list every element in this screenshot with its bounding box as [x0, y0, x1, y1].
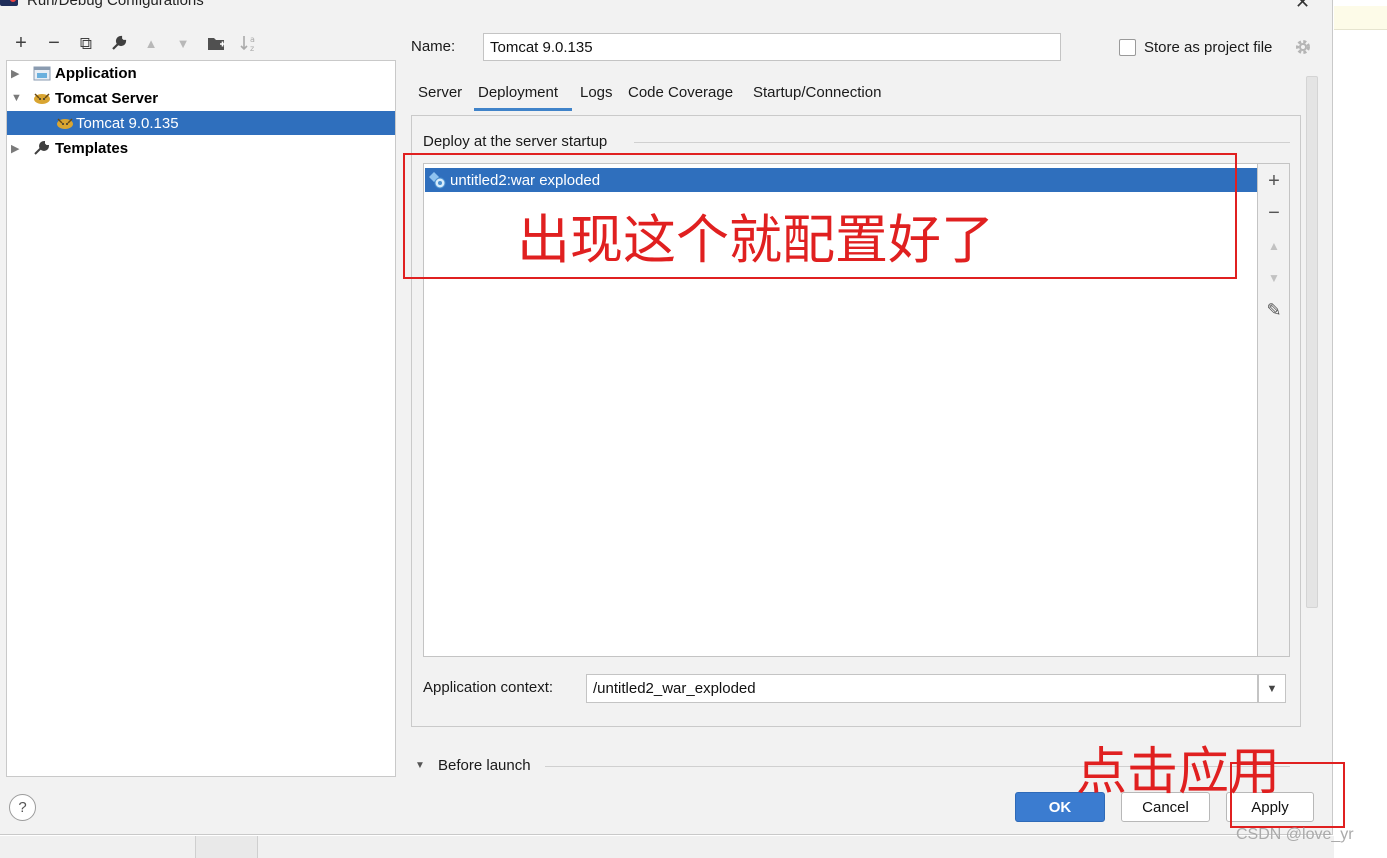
wrench-icon[interactable] — [108, 32, 130, 54]
tree-item-label: Tomcat Server — [55, 89, 159, 107]
move-artifact-up-button[interactable]: ▲ — [1263, 235, 1285, 257]
tomcat-icon — [56, 115, 74, 131]
add-artifact-button[interactable]: + — [1263, 170, 1285, 192]
gear-icon[interactable] — [1294, 38, 1312, 56]
before-launch-toggle-icon[interactable]: ▼ — [415, 760, 425, 771]
tree-item-label: Templates — [55, 139, 129, 157]
tab-logs[interactable]: Logs — [580, 84, 613, 101]
name-field[interactable]: Tomcat 9.0.135 — [483, 33, 1061, 61]
edit-artifact-button[interactable]: ✎ — [1263, 299, 1285, 321]
watermark: CSDN @love_yr — [1236, 826, 1354, 843]
svg-text:z: z — [250, 44, 254, 52]
configuration-tree: ▶ Application ▼ Tomcat Server Tomcat 9.0… — [6, 60, 396, 777]
svg-text:a: a — [250, 35, 255, 44]
add-configuration-button[interactable]: + — [10, 32, 32, 54]
collapse-arrow-icon[interactable]: ▼ — [11, 92, 22, 104]
section-divider — [634, 142, 1290, 143]
application-context-field[interactable]: /untitled2_war_exploded — [586, 674, 1258, 703]
tree-item-templates[interactable]: ▶ Templates — [7, 136, 395, 160]
tree-item-tomcat-server[interactable]: ▼ Tomcat Server — [7, 86, 395, 110]
tree-item-application[interactable]: ▶ Application — [7, 61, 395, 85]
copy-configuration-button[interactable]: ⧉ — [75, 32, 97, 54]
remove-configuration-button[interactable]: − — [43, 32, 65, 54]
application-context-label: Application context: — [423, 679, 554, 696]
vertical-scrollbar[interactable] — [1306, 76, 1318, 608]
before-launch-label[interactable]: Before launch — [438, 757, 531, 774]
tree-item-label: Tomcat 9.0.135 — [76, 114, 179, 132]
expand-arrow-icon[interactable]: ▶ — [11, 142, 19, 155]
tab-startup-connection[interactable]: Startup/Connection — [753, 84, 881, 101]
remove-artifact-button[interactable]: − — [1263, 202, 1285, 224]
background-editor-strip — [1334, 6, 1387, 30]
background-tab — [195, 836, 258, 858]
tab-deployment[interactable]: Deployment — [478, 84, 558, 101]
tree-item-tomcat-9-config[interactable]: Tomcat 9.0.135 — [7, 111, 395, 135]
application-icon — [33, 65, 51, 81]
app-icon — [0, 0, 18, 6]
window-title: Run/Debug Configurations — [27, 0, 204, 9]
background-window — [1334, 0, 1387, 858]
annotation-click-apply-text: 点击应用 — [1076, 743, 1281, 800]
help-button[interactable]: ? — [9, 794, 36, 821]
move-artifact-down-button[interactable]: ▼ — [1263, 267, 1285, 289]
deploy-section-title: Deploy at the server startup — [423, 133, 608, 150]
move-up-button[interactable]: ▲ — [140, 32, 162, 54]
expand-arrow-icon[interactable]: ▶ — [11, 67, 19, 80]
store-as-project-file-label[interactable]: Store as project file — [1144, 39, 1272, 56]
wrench-icon — [33, 140, 51, 156]
move-down-button[interactable]: ▼ — [172, 32, 194, 54]
store-as-project-file-checkbox[interactable] — [1119, 39, 1136, 56]
run-debug-dialog: Run/Debug Configurations ✕ + − ⧉ ▲ ▼ az … — [0, 0, 1333, 835]
tab-server[interactable]: Server — [418, 84, 462, 101]
name-label: Name: — [411, 38, 456, 55]
chevron-down-icon[interactable]: ▼ — [1258, 674, 1286, 703]
tab-code-coverage[interactable]: Code Coverage — [628, 84, 733, 101]
active-tab-indicator — [474, 108, 572, 111]
annotation-configured-text: 出现这个就配置好了 — [517, 211, 994, 270]
tree-item-label: Application — [55, 64, 137, 82]
tomcat-icon — [33, 90, 51, 106]
close-icon[interactable]: ✕ — [1295, 0, 1310, 13]
new-folder-icon[interactable] — [205, 32, 227, 54]
sort-icon[interactable]: az — [238, 32, 260, 54]
